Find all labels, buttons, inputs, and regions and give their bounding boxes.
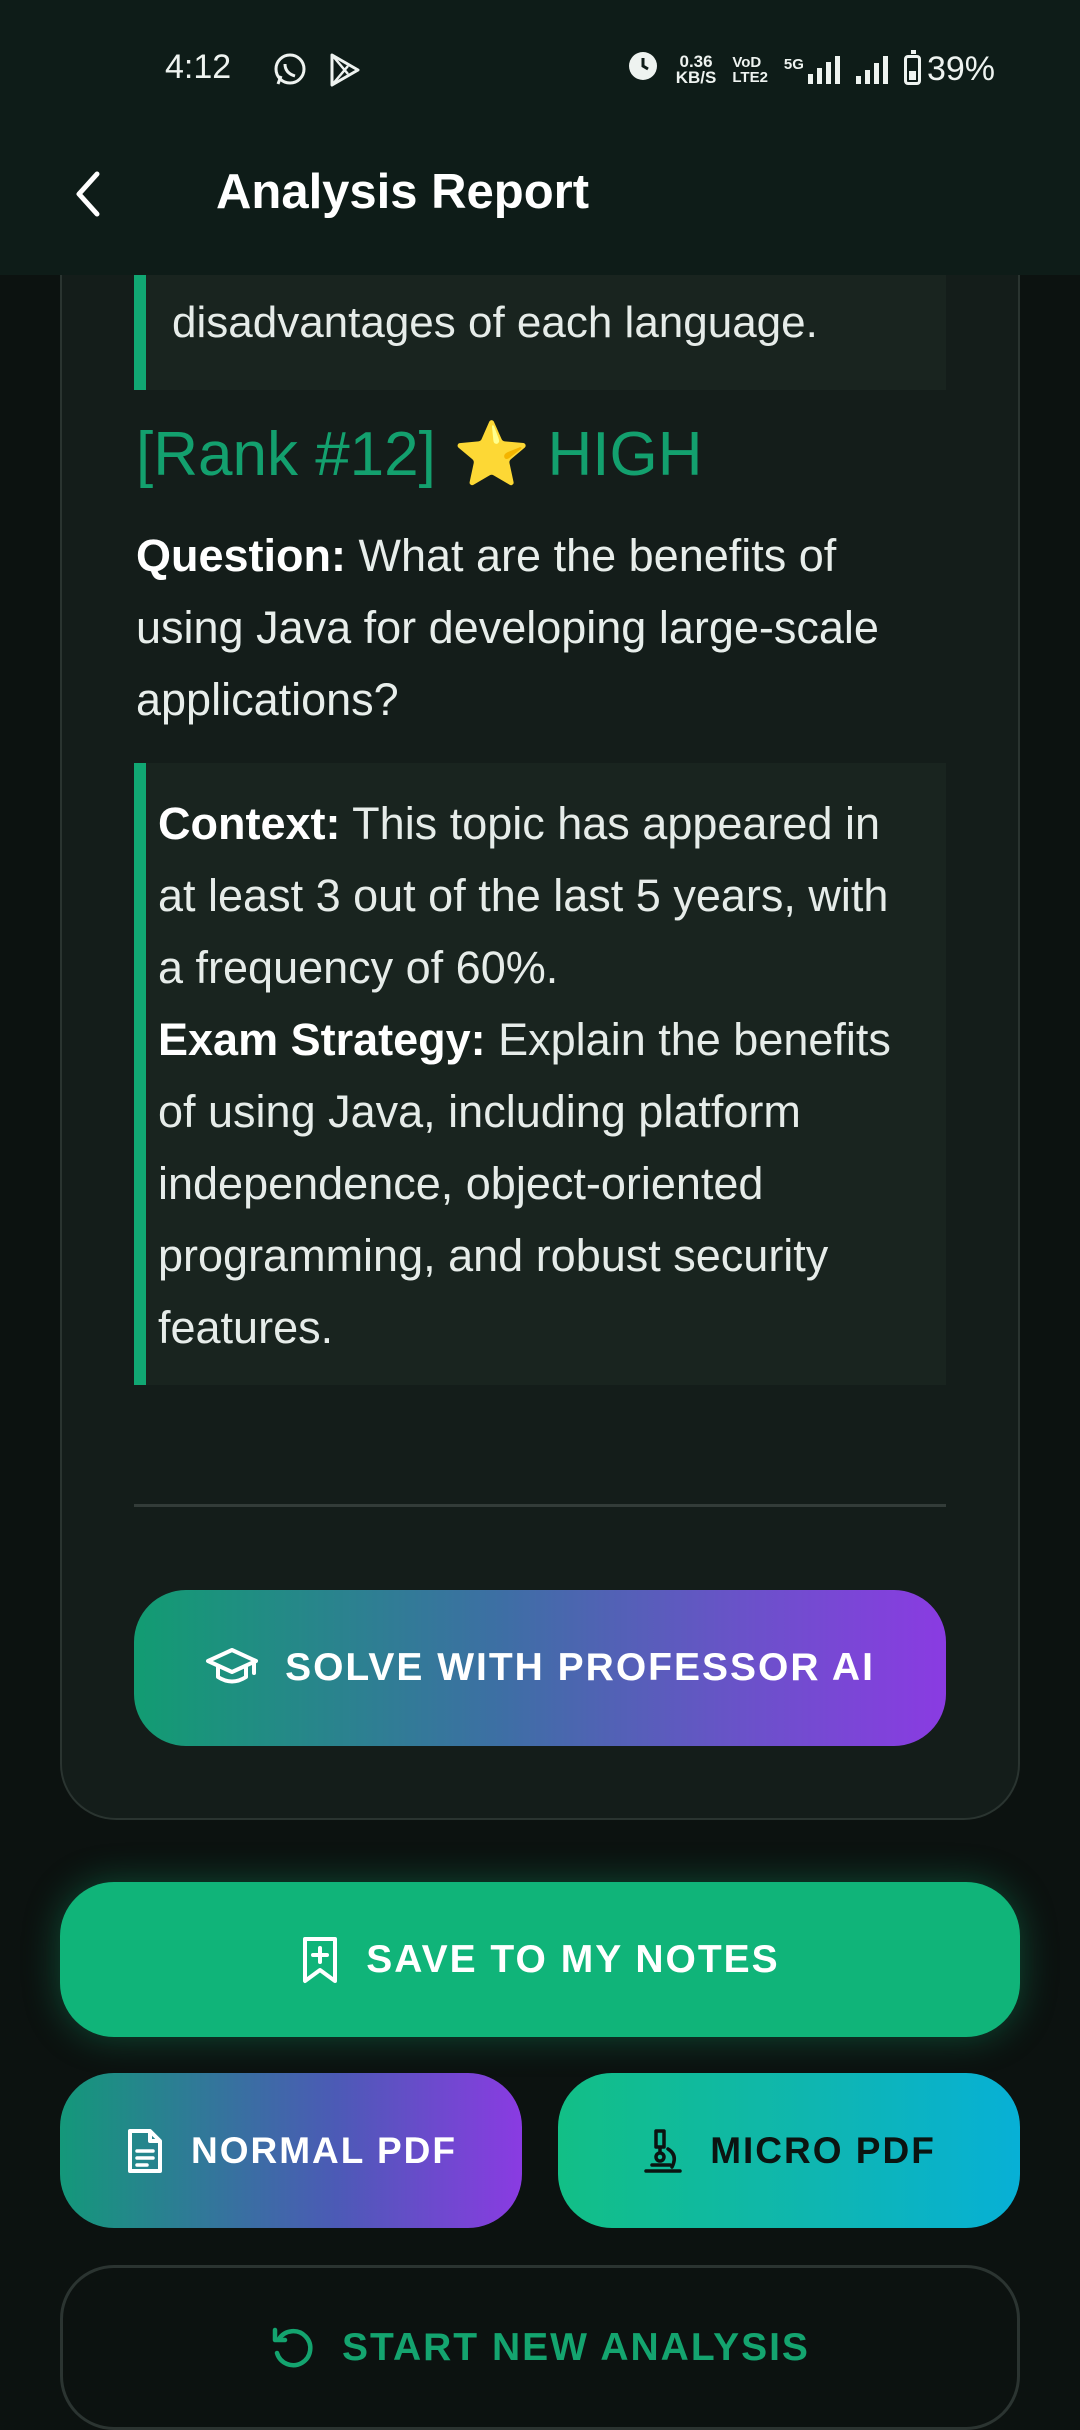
refresh-icon — [272, 2327, 313, 2367]
solve-button-label: SOLVE WITH PROFESSOR AI — [285, 1646, 875, 1689]
question-label: Question: — [136, 530, 346, 581]
status-bar: 4:12 0.36 KB/S VoD LTE2 5G 39% — [0, 0, 1080, 140]
app-bar: Analysis Report — [0, 140, 1080, 275]
volte-top: VoD — [732, 53, 762, 71]
rank-label: [Rank #12] — [136, 420, 436, 489]
micro-pdf-label: MICRO PDF — [710, 2129, 936, 2171]
context-quote: Context: This topic has appeared in at l… — [134, 763, 946, 1385]
priority-label: HIGH — [547, 420, 703, 489]
battery-percent: 39% — [926, 50, 995, 88]
volte-bottom: LTE2 — [732, 68, 768, 86]
signal-icon — [855, 55, 888, 84]
chevron-left-icon — [76, 171, 100, 217]
signal-icon: 5G — [783, 55, 840, 84]
divider — [134, 1504, 946, 1507]
normal-pdf-button[interactable]: NORMAL PDF — [60, 2073, 522, 2228]
strategy-paragraph: Exam Strategy: Explain the benefits of u… — [158, 1004, 916, 1364]
graduation-cap-icon — [206, 1648, 259, 1684]
microscope-icon — [644, 2128, 682, 2173]
play-store-icon — [328, 52, 362, 93]
network-type: 5G — [783, 55, 804, 73]
strategy-label: Exam Strategy: — [158, 1014, 486, 1065]
bookmark-plus-icon — [303, 1936, 338, 1983]
page-title: Analysis Report — [216, 165, 590, 219]
net-speed-unit: KB/S — [675, 67, 717, 87]
save-to-notes-button[interactable]: SAVE TO MY NOTES — [60, 1882, 1020, 2037]
context-label: Context: — [158, 798, 341, 849]
save-button-label: SAVE TO MY NOTES — [366, 1937, 780, 1981]
network-speed: 0.36 KB/S — [675, 53, 717, 87]
battery-icon: 39% — [903, 49, 995, 89]
star-icon: ⭐ — [453, 420, 531, 489]
micro-pdf-button[interactable]: MICRO PDF — [558, 2073, 1020, 2228]
volte-indicator: VoD LTE2 — [732, 55, 768, 85]
back-button[interactable] — [58, 164, 118, 224]
previous-item-line: disadvantages of each language. — [172, 298, 818, 347]
solve-with-professor-ai-button[interactable]: SOLVE WITH PROFESSOR AI — [134, 1590, 946, 1746]
new-analysis-label: START NEW ANALYSIS — [342, 2325, 810, 2369]
whatsapp-icon — [272, 52, 308, 93]
start-new-analysis-button[interactable]: START NEW ANALYSIS — [60, 2265, 1020, 2430]
rank-heading: [Rank #12] ⭐ HIGH — [136, 418, 703, 491]
normal-pdf-label: NORMAL PDF — [191, 2129, 457, 2171]
document-icon — [128, 2128, 162, 2173]
status-time: 4:12 — [165, 48, 232, 86]
context-paragraph: Context: This topic has appeared in at l… — [158, 788, 916, 1004]
alarm-icon — [626, 48, 660, 91]
question-text: Question: What are the benefits of using… — [136, 520, 936, 736]
